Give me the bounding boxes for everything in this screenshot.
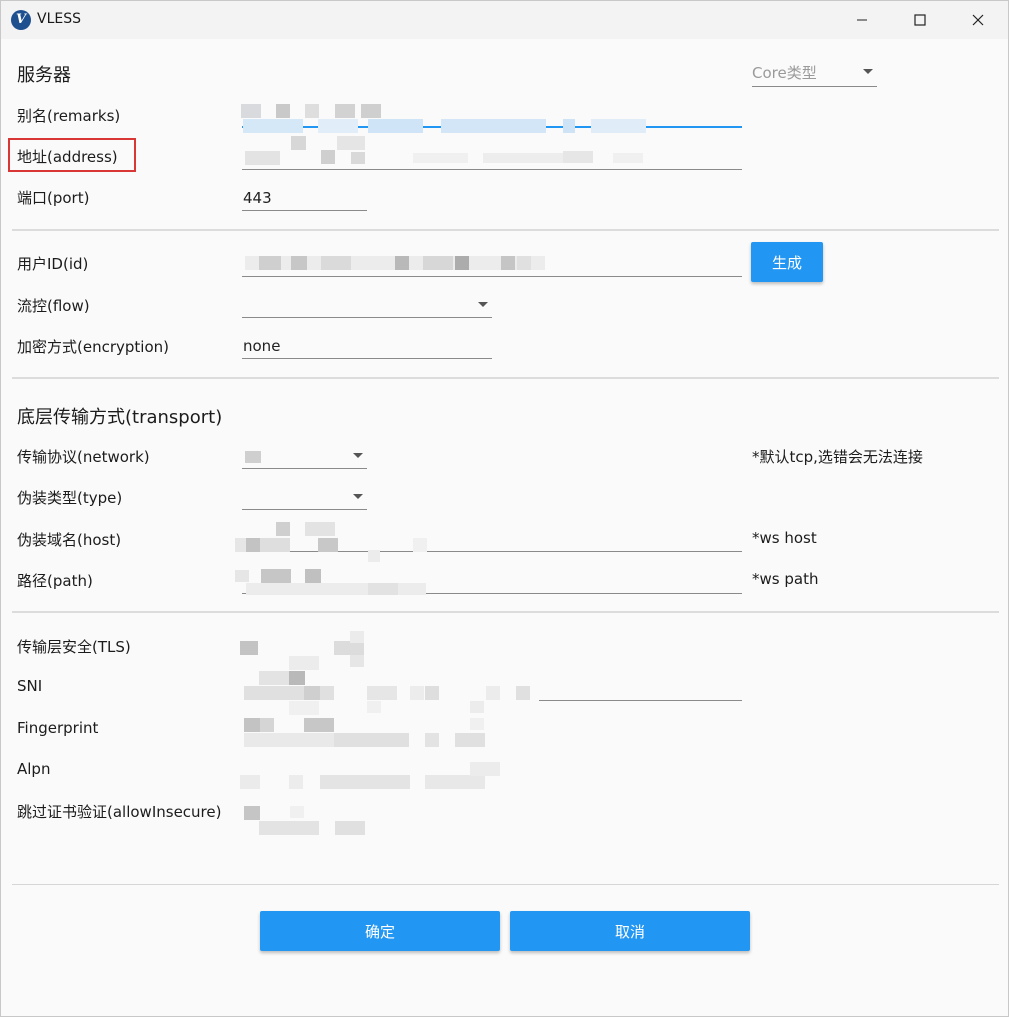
header-type-label: 伪装类型(type) <box>17 489 123 507</box>
flow-label: 流控(flow) <box>17 297 90 315</box>
core-type-select[interactable]: Core类型 <box>752 59 877 87</box>
section-divider <box>12 611 999 613</box>
chevron-down-icon <box>478 302 488 307</box>
core-type-placeholder: Core类型 <box>752 64 817 82</box>
chevron-down-icon <box>353 453 363 458</box>
sni-input[interactable] <box>539 675 742 701</box>
sni-label: SNI <box>17 677 43 695</box>
path-input[interactable] <box>235 568 742 595</box>
section-divider <box>12 229 999 231</box>
title-bar[interactable]: V VLESS <box>1 1 1008 39</box>
port-input[interactable]: 443 <box>242 185 367 211</box>
address-input[interactable] <box>242 136 742 170</box>
address-label: 地址(address) <box>17 148 118 166</box>
v2rayn-logo-icon: V <box>11 10 31 30</box>
header-type-select[interactable] <box>242 484 367 510</box>
user-id-input[interactable] <box>242 251 742 277</box>
remarks-input[interactable] <box>241 102 742 133</box>
path-note: *ws path <box>752 570 819 588</box>
network-select[interactable] <box>242 443 367 469</box>
close-button[interactable] <box>949 1 1007 39</box>
generate-id-button[interactable]: 生成 <box>751 242 823 282</box>
host-input[interactable] <box>235 522 742 562</box>
tls-label: 传输层安全(TLS) <box>17 638 131 656</box>
minimize-button[interactable] <box>833 1 891 39</box>
fingerprint-label: Fingerprint <box>17 719 99 737</box>
encryption-input[interactable]: none <box>242 333 492 359</box>
minimize-icon <box>857 19 867 21</box>
vless-dialog-window: V VLESS 服务器 Core类型 别名(remarks) 地址(addres… <box>0 0 1009 1017</box>
close-icon <box>972 14 984 26</box>
chevron-down-icon <box>863 69 873 74</box>
footer-divider <box>12 884 999 885</box>
maximize-button[interactable] <box>891 1 949 39</box>
remarks-label: 别名(remarks) <box>17 107 121 125</box>
user-id-label: 用户ID(id) <box>17 255 89 273</box>
maximize-icon <box>914 14 926 26</box>
port-label: 端口(port) <box>17 189 90 207</box>
flow-select[interactable] <box>242 292 492 318</box>
server-section-title: 服务器 <box>17 65 71 86</box>
transport-section-title: 底层传输方式(transport) <box>17 407 223 428</box>
chevron-down-icon <box>353 494 363 499</box>
network-note: *默认tcp,选错会无法连接 <box>752 448 923 466</box>
allow-insecure-label: 跳过证书验证(allowInsecure) <box>17 803 222 821</box>
ok-button[interactable]: 确定 <box>260 911 500 951</box>
path-label: 路径(path) <box>17 572 93 590</box>
host-label: 伪装域名(host) <box>17 531 122 549</box>
host-note: *ws host <box>752 529 817 547</box>
network-label: 传输协议(network) <box>17 448 150 466</box>
cancel-button[interactable]: 取消 <box>510 911 750 951</box>
alpn-label: Alpn <box>17 760 51 778</box>
window-title: VLESS <box>37 11 81 27</box>
section-divider <box>12 377 999 379</box>
encryption-label: 加密方式(encryption) <box>17 338 169 356</box>
